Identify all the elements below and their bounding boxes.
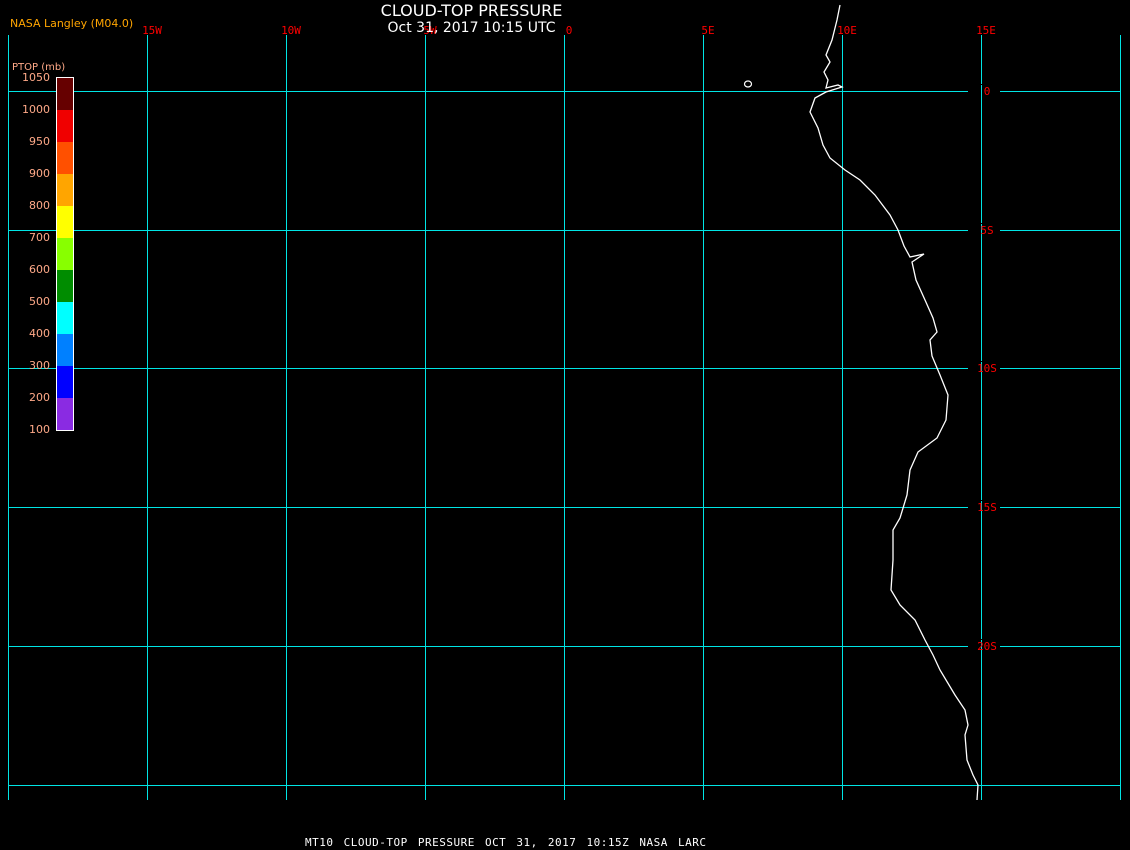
latitude-label: 20S: [977, 640, 997, 653]
footer-caption: MT10 CLOUD-TOP PRESSURE OCT 31, 2017 10:…: [305, 836, 707, 849]
colorbar-label: 900: [29, 167, 50, 180]
colorbar-label: 600: [29, 263, 50, 276]
latitude-label: 10S: [977, 362, 997, 375]
colorbar-label: 200: [29, 391, 50, 404]
colorbar-label: 100: [29, 423, 50, 436]
map-timestamp: Oct 31, 2017 10:15 UTC: [387, 20, 556, 36]
island-outline: [743, 80, 753, 88]
colorbar-label: 400: [29, 327, 50, 340]
colorbar-label: 500: [29, 295, 50, 308]
longitude-label: 15E: [976, 24, 996, 37]
coastline: [809, 4, 979, 801]
colorbar-frame: [56, 77, 74, 431]
latitude-label: 15S: [977, 501, 997, 514]
map-title: CLOUD-TOP PRESSURE: [380, 1, 563, 20]
colorbar-label: 950: [29, 135, 50, 148]
latitude-label: 0: [984, 85, 991, 98]
colorbar-label: 1050: [22, 71, 50, 84]
map-canvas: 15W 10W 5W 0 5E 10E 15E05S10S15S20S: [8, 4, 1121, 801]
colorbar-label: 300: [29, 359, 50, 372]
latitude-label: 5S: [980, 224, 993, 237]
credit-label: NASA Langley (M04.0): [10, 17, 134, 30]
colorbar-label: 1000: [22, 103, 50, 116]
colorbar-label: 800: [29, 199, 50, 212]
colorbar-label: 700: [29, 231, 50, 244]
